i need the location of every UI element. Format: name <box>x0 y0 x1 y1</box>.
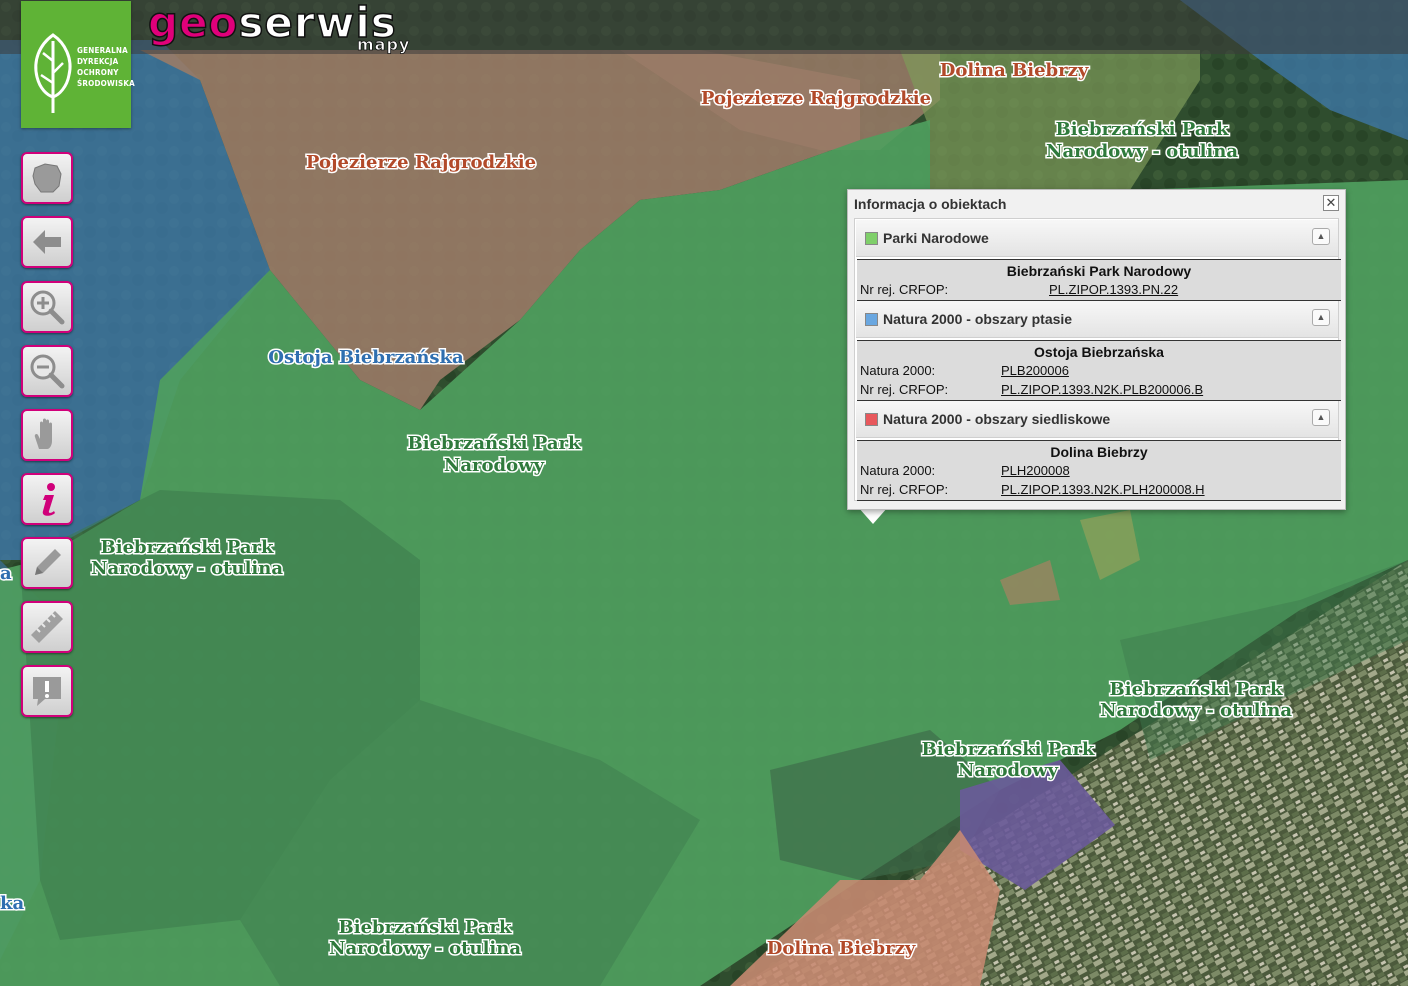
record-key: Nr rej. CRFOP: <box>860 382 949 397</box>
label-otulina-s-2: Narodowy - otulina <box>329 938 521 959</box>
label-park-se-2: Narodowy <box>958 760 1059 781</box>
record-link[interactable]: PLB200006 <box>1001 363 1069 378</box>
record-parki: Biebrzański Park Narodowy Nr rej. CRFOP:… <box>857 259 1341 301</box>
label-otulina-ne-1: Biebrzański Park <box>1056 119 1229 140</box>
record-link[interactable]: PL.ZIPOP.1393.PN.22 <box>1049 282 1178 297</box>
poland-map-icon <box>32 163 62 193</box>
label-park-center-1: Biebrzański Park <box>408 433 581 454</box>
record-key: Natura 2000: <box>860 363 936 378</box>
label-pojezierze-top: Pojezierze Rajgrodzkie <box>701 88 931 109</box>
section-label: Natura 2000 - obszary ptasie <box>883 311 1073 327</box>
label-edge-a: a <box>0 563 12 584</box>
label-otulina-e-1: Biebrzański Park <box>1110 679 1283 700</box>
full-extent-button[interactable] <box>21 152 73 204</box>
brand-subtitle: mapy <box>357 35 411 55</box>
info-button[interactable] <box>21 473 73 525</box>
close-icon[interactable]: ✕ <box>1323 195 1339 211</box>
gdos-logo[interactable]: GENERALNA DYREKCJA OCHRONY ŚRODOWISKA <box>21 1 135 128</box>
label-dolina-biebrzy-bottom: Dolina Biebrzy <box>767 938 916 959</box>
section-color-swatch <box>865 232 878 245</box>
info-popup: Informacja o obiektach ✕ Parki Narodowe … <box>847 189 1346 510</box>
record-link[interactable]: PL.ZIPOP.1393.N2K.PLB200006.B <box>1001 382 1203 397</box>
record-siedliskowe: Dolina Biebrzy Natura 2000: PLH200008 Nr… <box>857 440 1341 501</box>
arrow-left-icon <box>33 230 61 254</box>
label-otulina-ne-2: Narodowy - otulina <box>1046 141 1238 162</box>
record-link[interactable]: PLH200008 <box>1001 463 1070 478</box>
label-park-center-2: Narodowy <box>444 455 545 476</box>
logo-text: GENERALNA DYREKCJA OCHRONY ŚRODOWISKA <box>77 46 135 88</box>
section-color-swatch <box>865 413 878 426</box>
report-button[interactable] <box>21 665 73 717</box>
popup-content: Parki Narodowe ▲ Biebrzański Park Narodo… <box>854 218 1341 501</box>
alert-icon <box>33 677 61 706</box>
collapse-icon[interactable]: ▲ <box>1312 228 1330 245</box>
zoom-out-button[interactable] <box>21 345 73 397</box>
record-name: Dolina Biebrzy <box>1050 444 1148 460</box>
label-pojezierze-left: Pojezierze Rajgrodzkie <box>306 152 536 173</box>
record-key: Natura 2000: <box>860 463 936 478</box>
section-label: Natura 2000 - obszary siedliskowe <box>883 411 1111 427</box>
measure-button[interactable] <box>21 601 73 653</box>
section-header-parki[interactable]: Parki Narodowe ▲ <box>856 220 1338 257</box>
zoom-in-button[interactable] <box>21 281 73 333</box>
collapse-icon[interactable]: ▲ <box>1312 409 1330 426</box>
record-name: Biebrzański Park Narodowy <box>1006 263 1192 279</box>
popup-title: Informacja o obiektach <box>854 196 1007 212</box>
label-ostoja: Ostoja Biebrzańska <box>268 347 464 368</box>
record-name: Ostoja Biebrzańska <box>1034 344 1164 360</box>
label-edge-ka: ka <box>0 893 24 914</box>
zoom-in-icon <box>30 290 65 325</box>
record-ptasie: Ostoja Biebrzańska Natura 2000: PLB20000… <box>857 340 1341 401</box>
section-header-ptasie[interactable]: Natura 2000 - obszary ptasie ▲ <box>856 301 1338 338</box>
label-otulina-s-1: Biebrzański Park <box>339 917 512 938</box>
record-key: Nr rej. CRFOP: <box>860 482 949 497</box>
pan-button[interactable] <box>21 409 73 461</box>
record-key: Nr rej. CRFOP: <box>860 282 949 297</box>
label-otulina-e-2: Narodowy - otulina <box>1100 700 1292 721</box>
draw-button[interactable] <box>21 537 73 589</box>
collapse-icon[interactable]: ▲ <box>1312 309 1330 326</box>
info-icon <box>42 483 55 516</box>
brand-logo[interactable]: geoserwis mapy <box>147 0 428 55</box>
zoom-out-icon <box>30 354 65 389</box>
section-color-swatch <box>865 313 878 326</box>
label-park-se-1: Biebrzański Park <box>922 739 1095 760</box>
back-button[interactable] <box>21 216 73 268</box>
leaf-icon <box>34 33 72 113</box>
section-label: Parki Narodowe <box>883 230 989 246</box>
label-otulina-w-1: Biebrzański Park <box>101 537 274 558</box>
ruler-icon <box>31 611 63 643</box>
pencil-icon <box>35 549 61 575</box>
record-link[interactable]: PL.ZIPOP.1393.N2K.PLH200008.H <box>1001 482 1205 497</box>
brand-geo: geo <box>147 0 239 48</box>
label-dolina-biebrzy-top: Dolina Biebrzy <box>940 60 1089 81</box>
section-header-siedliskowe[interactable]: Natura 2000 - obszary siedliskowe ▲ <box>856 401 1338 438</box>
hand-icon <box>34 418 52 449</box>
label-otulina-w-2: Narodowy - otulina <box>91 558 283 579</box>
